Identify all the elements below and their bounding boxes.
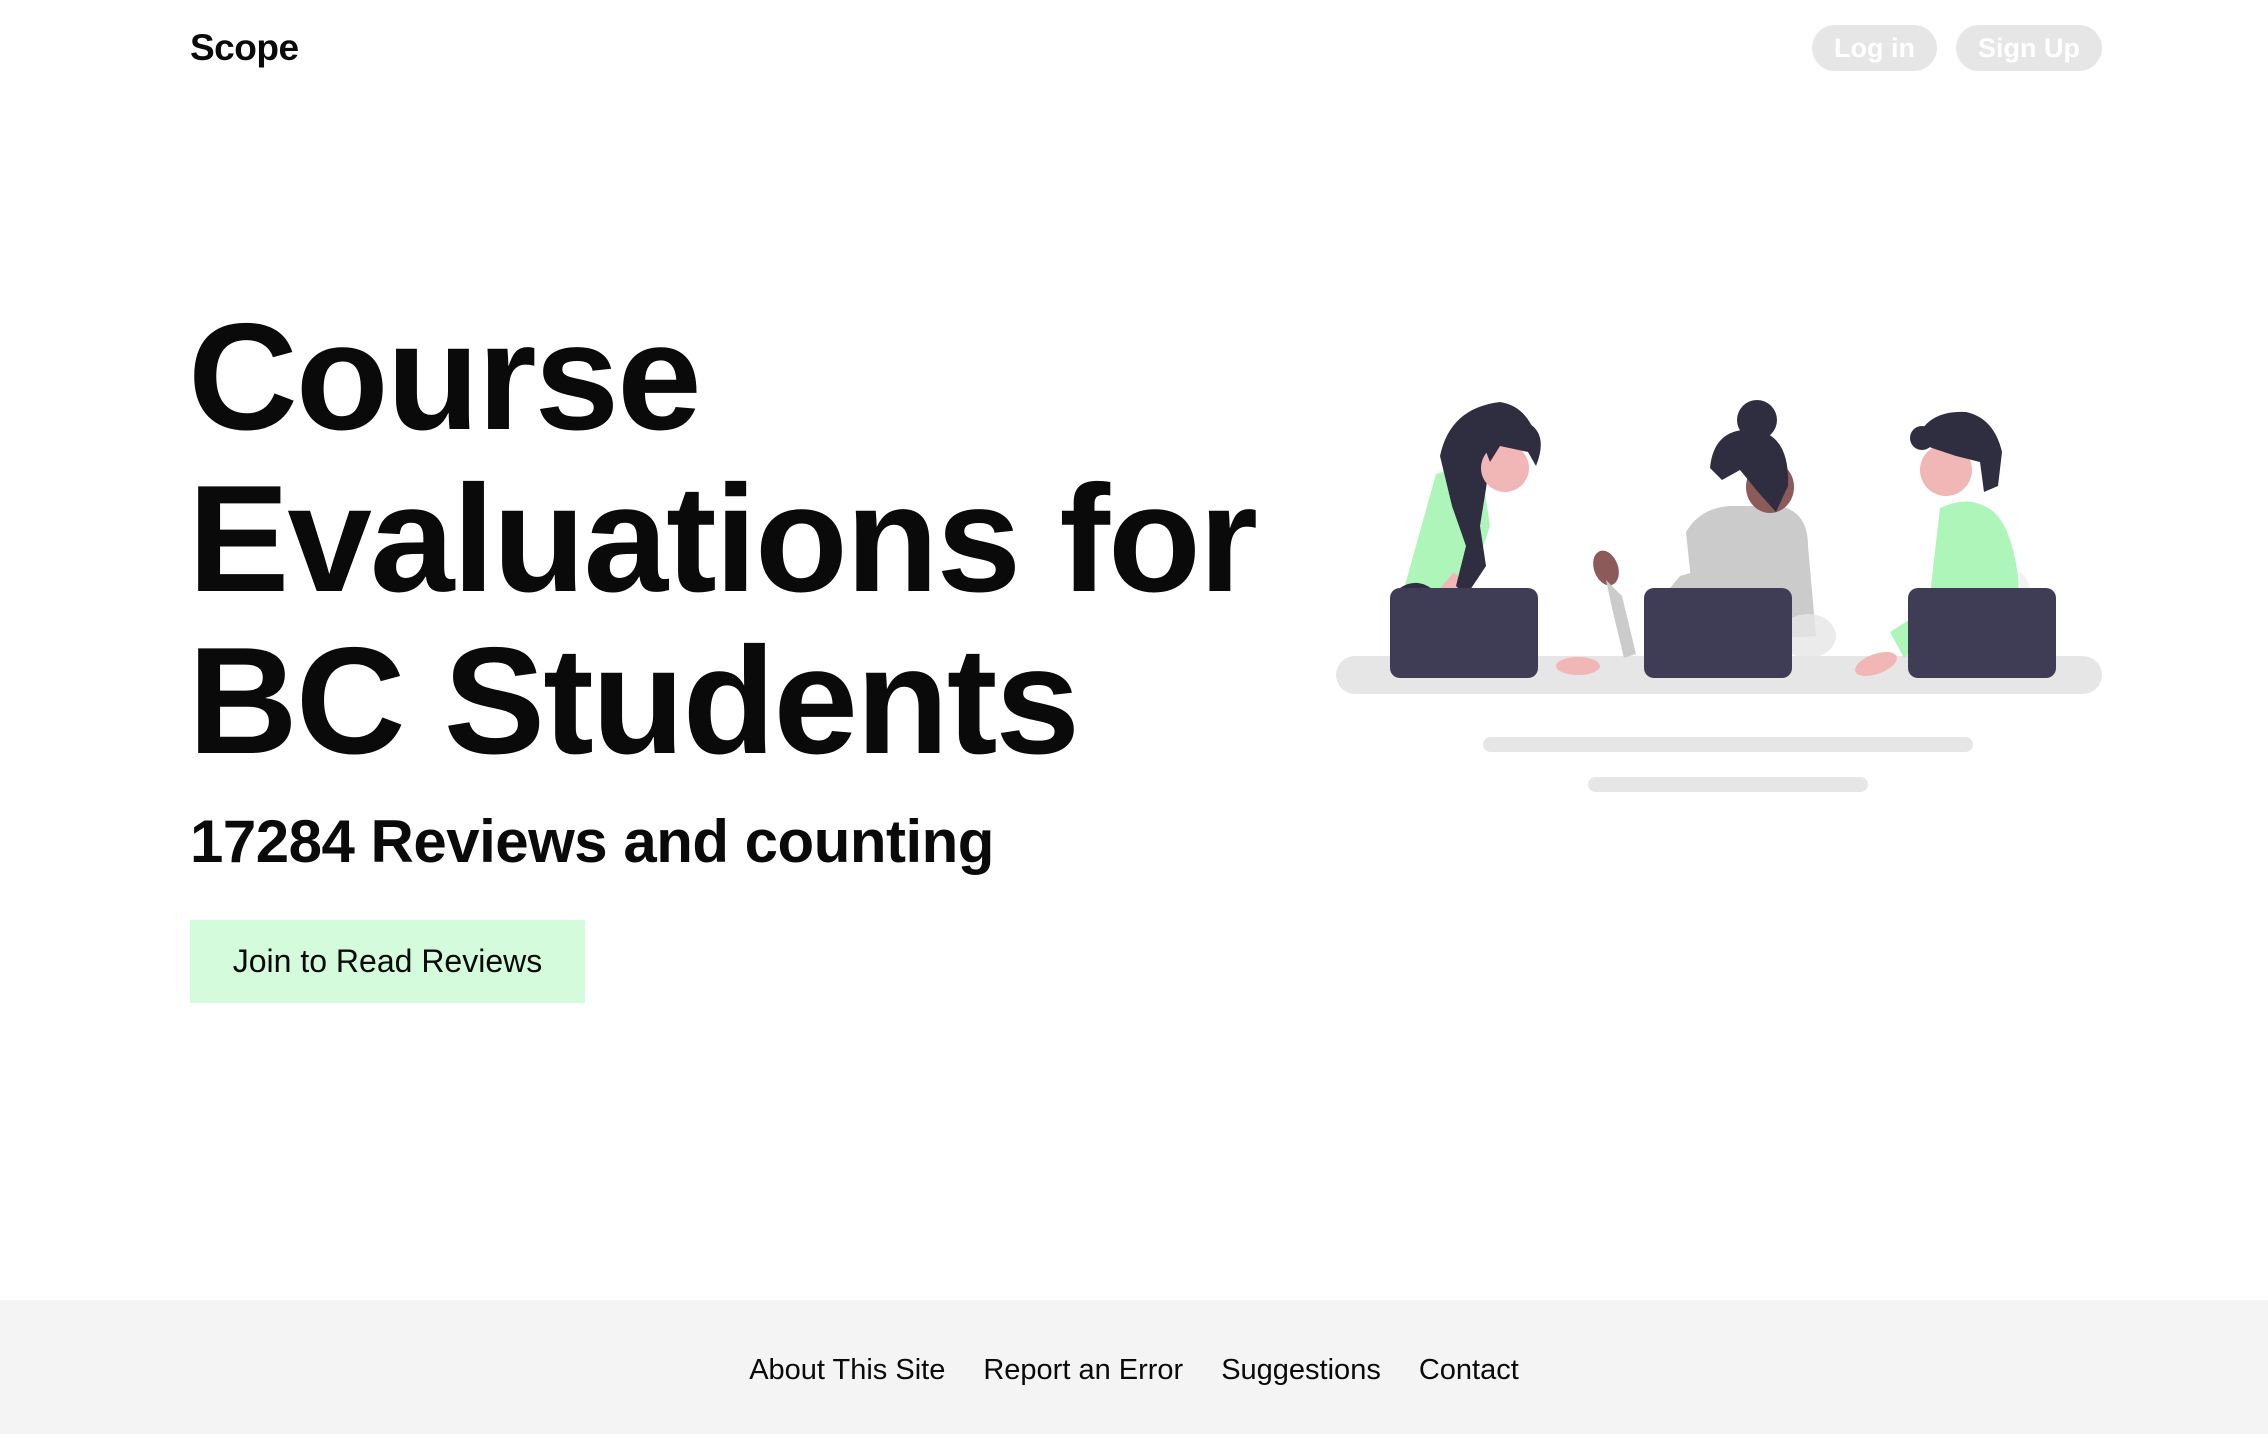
laptop-left — [1390, 588, 1538, 678]
footer-link-suggestions[interactable]: Suggestions — [1221, 1350, 1381, 1390]
login-button[interactable]: Log in — [1812, 25, 1937, 71]
footer: About This Site Report an Error Suggesti… — [0, 1300, 2268, 1434]
shadow-line-long — [1483, 737, 1973, 752]
join-cta-button[interactable]: Join to Read Reviews — [190, 920, 585, 1003]
footer-links: About This Site Report an Error Suggesti… — [0, 1350, 2268, 1390]
brand-logo[interactable]: Scope — [190, 22, 299, 74]
footer-link-contact[interactable]: Contact — [1419, 1350, 1519, 1390]
footer-link-report-error[interactable]: Report an Error — [983, 1350, 1183, 1390]
shadow-line-short — [1588, 777, 1868, 792]
signup-button[interactable]: Sign Up — [1956, 25, 2102, 71]
hero-title: Course Evaluations for BC Students — [188, 292, 1258, 786]
footer-link-about[interactable]: About This Site — [749, 1350, 945, 1390]
laptop-right — [1908, 588, 2056, 678]
landing-page: Scope Log in Sign Up Course Evaluations … — [0, 0, 2268, 1434]
laptop-center — [1644, 588, 1792, 678]
review-count-subtitle: 17284 Reviews and counting — [190, 808, 994, 875]
header-actions: Log in Sign Up — [1812, 25, 2102, 71]
students-illustration — [1336, 400, 2102, 792]
